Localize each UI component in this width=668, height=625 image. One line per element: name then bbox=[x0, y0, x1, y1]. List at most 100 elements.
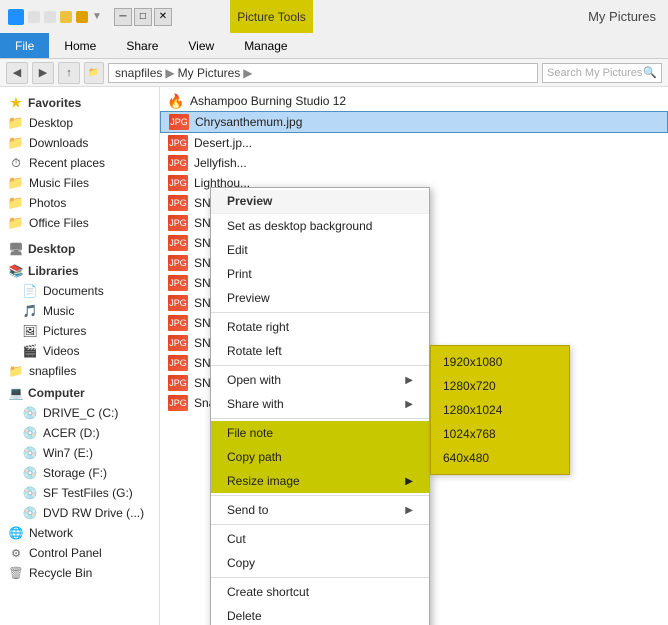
context-menu: Preview Set as desktop background Edit P… bbox=[210, 187, 430, 625]
picture-tools-tab: Picture Tools bbox=[230, 0, 313, 33]
favorites-icon: ★ bbox=[8, 95, 24, 111]
ctx-openwith-arrow: ▶ bbox=[405, 375, 413, 386]
network-icon: 🌐 bbox=[8, 525, 24, 541]
sidebar-downloads-label: Downloads bbox=[29, 136, 88, 150]
ctx-sendto-label: Send to bbox=[227, 503, 268, 517]
ctx-item-copypath[interactable]: Copy path bbox=[211, 445, 429, 469]
sidebar-item-acerd[interactable]: 💿 ACER (D:) bbox=[0, 423, 159, 443]
app-icon bbox=[8, 9, 24, 25]
controlpanel-icon: ⚙ bbox=[8, 545, 24, 561]
window-controls: ─ □ ✕ bbox=[114, 8, 172, 26]
sidebar-controlpanel-label: Control Panel bbox=[29, 546, 102, 560]
breadcrumb-sep2: ▶ bbox=[243, 66, 252, 80]
ctx-item-filenote[interactable]: File note bbox=[211, 421, 429, 445]
tab-file[interactable]: File bbox=[0, 33, 49, 58]
ctx-filenote-label: File note bbox=[227, 426, 273, 440]
ctx-item-preview[interactable]: Preview bbox=[211, 286, 429, 310]
favorites-label: Favorites bbox=[28, 96, 81, 110]
desktop-folder-icon: 📁 bbox=[8, 115, 24, 131]
up-button[interactable]: ↑ bbox=[58, 62, 80, 84]
file-name-ashampoo: Ashampoo Burning Studio 12 bbox=[190, 94, 346, 108]
sidebar-item-officefiles[interactable]: 📁 Office Files bbox=[0, 213, 159, 233]
file-item-ashampoo[interactable]: 🔥 Ashampoo Burning Studio 12 bbox=[160, 91, 668, 111]
ctx-item-cut[interactable]: Cut bbox=[211, 527, 429, 551]
tab-share[interactable]: Share bbox=[111, 33, 173, 58]
ctx-item-sendto[interactable]: Send to ▶ bbox=[211, 498, 429, 522]
ctx-item-rotateright[interactable]: Rotate right bbox=[211, 315, 429, 339]
desktop-section-label: Desktop bbox=[28, 242, 75, 256]
sidebar-item-musicfiles[interactable]: 📁 Music Files bbox=[0, 173, 159, 193]
sidebar-dvdrw-label: DVD RW Drive (...) bbox=[43, 506, 144, 520]
sidebar-pictures-label: Pictures bbox=[43, 324, 86, 338]
main-area: ★ Favorites 📁 Desktop 📁 Downloads ⏱ Rece… bbox=[0, 87, 668, 625]
resize-item-1280-720[interactable]: 1280x720 bbox=[431, 374, 569, 398]
ctx-resizeimage-arrow: ▶ bbox=[405, 476, 413, 487]
resize-item-640[interactable]: 640x480 bbox=[431, 446, 569, 470]
ctx-sharewith-arrow: ▶ bbox=[405, 399, 413, 410]
file-item-jellyfish[interactable]: JPG Jellyfish... bbox=[160, 153, 668, 173]
file-item-chrysanthemum[interactable]: JPG Chrysanthemum.jpg bbox=[160, 111, 668, 133]
sidebar-item-photos[interactable]: 📁 Photos bbox=[0, 193, 159, 213]
computer-icon: 💻 bbox=[8, 385, 24, 401]
sidebar-item-desktop[interactable]: 📁 Desktop bbox=[0, 113, 159, 133]
resize-item-1280-1024[interactable]: 1280x1024 bbox=[431, 398, 569, 422]
tab-home[interactable]: Home bbox=[49, 33, 111, 58]
sidebar-item-controlpanel[interactable]: ⚙ Control Panel bbox=[0, 543, 159, 563]
sidebar-item-storagef[interactable]: 💿 Storage (F:) bbox=[0, 463, 159, 483]
ctx-item-createshortcut[interactable]: Create shortcut bbox=[211, 580, 429, 604]
jellyfish-icon: JPG bbox=[168, 155, 188, 171]
quick-access-arrow[interactable]: ▼ bbox=[92, 11, 102, 22]
open-icon[interactable] bbox=[44, 11, 56, 23]
sidebar-musicfiles-label: Music Files bbox=[29, 176, 89, 190]
save-icon[interactable] bbox=[60, 11, 72, 23]
sidebar-item-pictures[interactable]: 🖼 Pictures bbox=[0, 321, 159, 341]
favorites-header: ★ Favorites bbox=[0, 91, 159, 113]
resize-1280-720-label: 1280x720 bbox=[443, 379, 496, 393]
ctx-openwith-label: Open with bbox=[227, 373, 281, 387]
sidebar-item-drivec[interactable]: 💿 DRIVE_C (C:) bbox=[0, 403, 159, 423]
ctx-item-setdesktop[interactable]: Set as desktop background bbox=[211, 214, 429, 238]
breadcrumb[interactable]: snapfiles ▶ My Pictures ▶ bbox=[108, 63, 538, 83]
minimize-button[interactable]: ─ bbox=[114, 8, 132, 26]
ctx-item-edit[interactable]: Edit bbox=[211, 238, 429, 262]
sidebar-item-videos[interactable]: 🎬 Videos bbox=[0, 341, 159, 361]
context-menu-header: Preview bbox=[211, 190, 429, 214]
sidebar-item-network[interactable]: 🌐 Network bbox=[0, 523, 159, 543]
ctx-item-delete[interactable]: Delete bbox=[211, 604, 429, 625]
sidebar-item-music[interactable]: 🎵 Music bbox=[0, 301, 159, 321]
ctx-item-copy[interactable]: Copy bbox=[211, 551, 429, 575]
videos-icon: 🎬 bbox=[22, 343, 38, 359]
resize-submenu: 1920x1080 1280x720 1280x1024 1024x768 64… bbox=[430, 345, 570, 475]
close-button[interactable]: ✕ bbox=[154, 8, 172, 26]
sidebar-item-documents[interactable]: 📄 Documents bbox=[0, 281, 159, 301]
ctx-item-print[interactable]: Print bbox=[211, 262, 429, 286]
sidebar-item-sftestfilesg[interactable]: 💿 SF TestFiles (G:) bbox=[0, 483, 159, 503]
file-name-desert: Desert.jp... bbox=[194, 136, 252, 150]
new-icon[interactable] bbox=[28, 11, 40, 23]
sidebar-item-recent[interactable]: ⏱ Recent places bbox=[0, 153, 159, 173]
sidebar-item-downloads[interactable]: 📁 Downloads bbox=[0, 133, 159, 153]
ctx-item-sharewith[interactable]: Share with ▶ bbox=[211, 392, 429, 416]
back-button[interactable]: ◀ bbox=[6, 62, 28, 84]
search-icon: 🔍 bbox=[643, 66, 657, 79]
ctx-item-openwith[interactable]: Open with ▶ bbox=[211, 368, 429, 392]
tab-view[interactable]: View bbox=[173, 33, 229, 58]
undo-icon[interactable] bbox=[76, 11, 88, 23]
file-name-chrysanthemum: Chrysanthemum.jpg bbox=[195, 115, 302, 129]
maximize-button[interactable]: □ bbox=[134, 8, 152, 26]
sidebar-photos-label: Photos bbox=[29, 196, 66, 210]
forward-button[interactable]: ▶ bbox=[32, 62, 54, 84]
sidebar-item-recyclebin[interactable]: 🗑 Recycle Bin bbox=[0, 563, 159, 583]
sidebar-item-win7e[interactable]: 💿 Win7 (E:) bbox=[0, 443, 159, 463]
resize-item-1024[interactable]: 1024x768 bbox=[431, 422, 569, 446]
ctx-item-resizeimage[interactable]: Resize image ▶ bbox=[211, 469, 429, 493]
resize-item-1920[interactable]: 1920x1080 bbox=[431, 350, 569, 374]
tab-manage[interactable]: Manage bbox=[229, 33, 302, 58]
sidebar-item-dvdrw[interactable]: 💿 DVD RW Drive (...) bbox=[0, 503, 159, 523]
sidebar-item-snapfiles[interactable]: 📁 snapfiles bbox=[0, 361, 159, 381]
sidebar-desktop-label: Desktop bbox=[29, 116, 73, 130]
snag6-icon: JPG bbox=[168, 295, 188, 311]
file-item-desert[interactable]: JPG Desert.jp... bbox=[160, 133, 668, 153]
ctx-item-rotateleft[interactable]: Rotate left bbox=[211, 339, 429, 363]
search-box[interactable]: Search My Pictures 🔍 bbox=[542, 63, 662, 83]
